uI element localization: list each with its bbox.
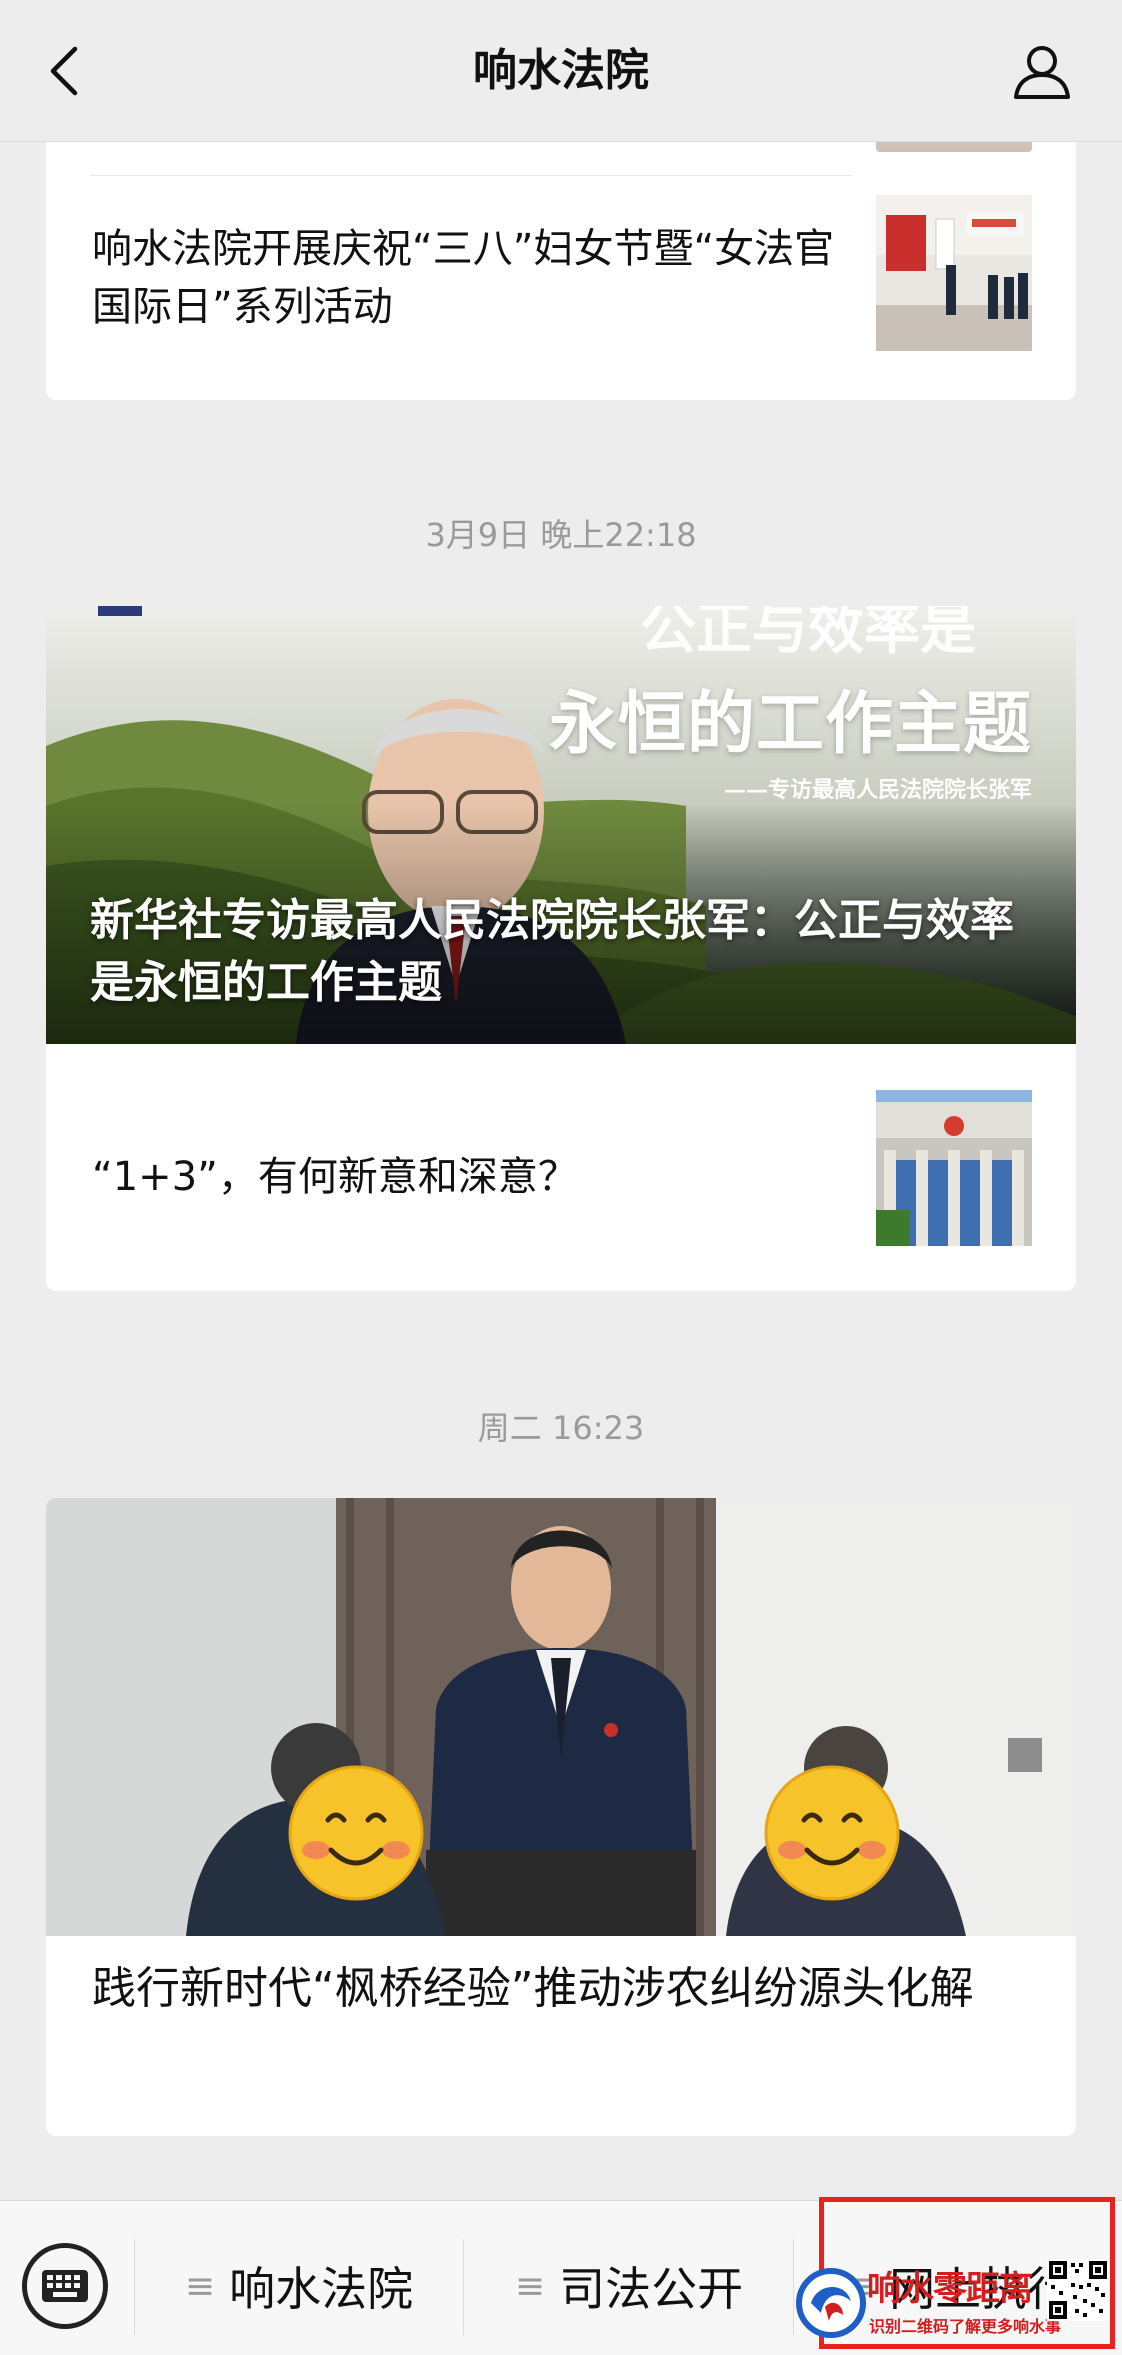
hero-image-text-top: 公正与效率是 xyxy=(640,606,976,662)
top-divider xyxy=(0,141,1122,142)
smiley-sticker xyxy=(764,1765,900,1901)
watermark-logo xyxy=(796,2268,866,2338)
article-thumbnail[interactable] xyxy=(876,1090,1032,1246)
hall-photo xyxy=(876,195,1032,351)
qr-code xyxy=(1047,2259,1109,2321)
hero-image xyxy=(46,1498,1076,1936)
menu-item-xiangshui-court[interactable]: ≡ 响水法院 xyxy=(140,2243,458,2329)
menu-divider xyxy=(793,2239,794,2335)
menu-lines-icon: ≡ xyxy=(184,2265,216,2307)
user-icon xyxy=(1014,46,1070,99)
hero-article[interactable]: 公正与效率是 永恒的工作主题 ——专访最高人民法院院长张军 新华社专访最高人民法… xyxy=(46,606,1076,1044)
menu-divider xyxy=(463,2239,464,2335)
keyboard-icon xyxy=(42,2270,88,2302)
article-card-group-3: 践行新时代“枫桥经验”推动涉农纠纷源头化解 xyxy=(46,1498,1076,2136)
article-title[interactable]: 践行新时代“枫桥经验”推动涉农纠纷源头化解 xyxy=(92,1958,1052,2020)
message-timestamp: 3月9日 晚上22:18 xyxy=(425,516,697,554)
item-divider xyxy=(90,175,852,176)
menu-lines-icon: ≡ xyxy=(514,2265,546,2307)
menu-item-judicial-disclosure[interactable]: ≡ 司法公开 xyxy=(470,2243,788,2329)
profile-button[interactable] xyxy=(1010,38,1074,104)
watermark-title: 响水零距离 xyxy=(867,2269,1033,2309)
keyboard-toggle-button[interactable] xyxy=(22,2243,108,2329)
menu-item-label: 司法公开 xyxy=(559,2262,744,2316)
page-title: 响水法院 xyxy=(473,45,649,96)
article-title[interactable]: “1+3”，有何新意和深意？ xyxy=(92,1148,852,1206)
hero-image-text: 永恒的工作主题 xyxy=(548,684,1032,764)
hero-caption: 新华社专访最高人民法院院长张军：公正与效率是永恒的工作主题 xyxy=(90,895,1014,1008)
top-nav-bar: 响水法院 xyxy=(0,0,1122,142)
smiley-sticker xyxy=(288,1765,424,1901)
hero-article[interactable] xyxy=(46,1498,1076,1936)
hero-image-subtext: ——专访最高人民法院院长张军 xyxy=(723,777,1032,803)
article-thumbnail[interactable] xyxy=(876,195,1032,351)
watermark: 响水零距离 识别二维码了解更多响水事 xyxy=(795,2255,1115,2350)
article-title[interactable]: 响水法院开展庆祝“三八”妇女节暨“女法官国际日”系列活动 xyxy=(92,220,852,336)
menu-divider xyxy=(134,2239,135,2335)
building-photo xyxy=(876,1090,1032,1246)
watermark-subtitle: 识别二维码了解更多响水事 xyxy=(869,2317,1062,2336)
menu-item-label: 响水法院 xyxy=(229,2262,414,2316)
message-timestamp: 周二 16:23 xyxy=(477,1409,645,1447)
article-card-group-2: 公正与效率是 永恒的工作主题 ——专访最高人民法院院长张军 新华社专访最高人民法… xyxy=(46,606,1076,1291)
